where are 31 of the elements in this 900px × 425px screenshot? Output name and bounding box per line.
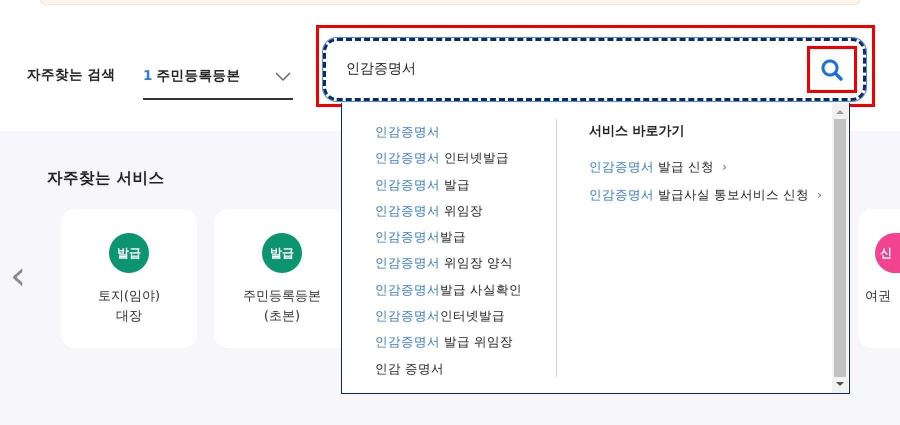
section-title: 자주찾는 서비스 [47,169,164,188]
scrollbar[interactable] [832,103,848,393]
suggestion-link[interactable]: 인감증명서 발급 위임장 [375,329,556,356]
chevron-down-icon [275,72,291,80]
search-button[interactable] [807,46,857,93]
shortcuts-title: 서비스 바로가기 [589,123,686,141]
service-name: 여권 [865,288,891,306]
service-name: 토지(임야) 대장 [98,288,160,326]
search-input[interactable]: 인감증명서 [344,58,807,81]
badge: 발급 [262,232,302,272]
badge: 발급 [109,232,149,272]
service-card[interactable]: 발급 토지(임야) 대장 [61,208,197,348]
scroll-down-icon[interactable] [835,380,845,388]
search-field[interactable]: 인감증명서 [323,38,866,101]
suggestion-link[interactable]: 인감증명서 발급 [375,224,556,250]
suggestion-link[interactable]: 인감 증명서 [375,356,556,382]
suggestion-link[interactable]: 인감증명서 발급 [375,172,556,198]
suggestion-link[interactable]: 인감증명서 위임장 [375,198,556,224]
frequent-search-select[interactable]: 1 주민등록등본 [143,60,293,100]
frequent-search-label: 자주찾는 검색 [27,66,117,85]
service-card[interactable]: 신 여권 [858,208,900,348]
badge: 신 [875,232,900,272]
service-name: 주민등록등본 (초본) [243,288,321,326]
shortcut-link[interactable]: 인감증명서 발급사실 통보서비스 신청 › [589,181,833,209]
search-icon [820,58,844,82]
suggestion-link[interactable]: 인감증명서 [375,119,556,146]
shortcut-link[interactable]: 인감증명서 발급 신청 › [589,153,833,181]
suggestion-link[interactable]: 인감증명서 인터넷발급 [375,303,556,330]
suggestion-link[interactable]: 인감증명서 인터넷발급 [375,145,556,172]
suggestion-link[interactable]: 인감증명서 위임장 양식 [375,250,556,277]
suggestion-link[interactable]: 인감증명서 발급 사실확인 [375,276,556,304]
